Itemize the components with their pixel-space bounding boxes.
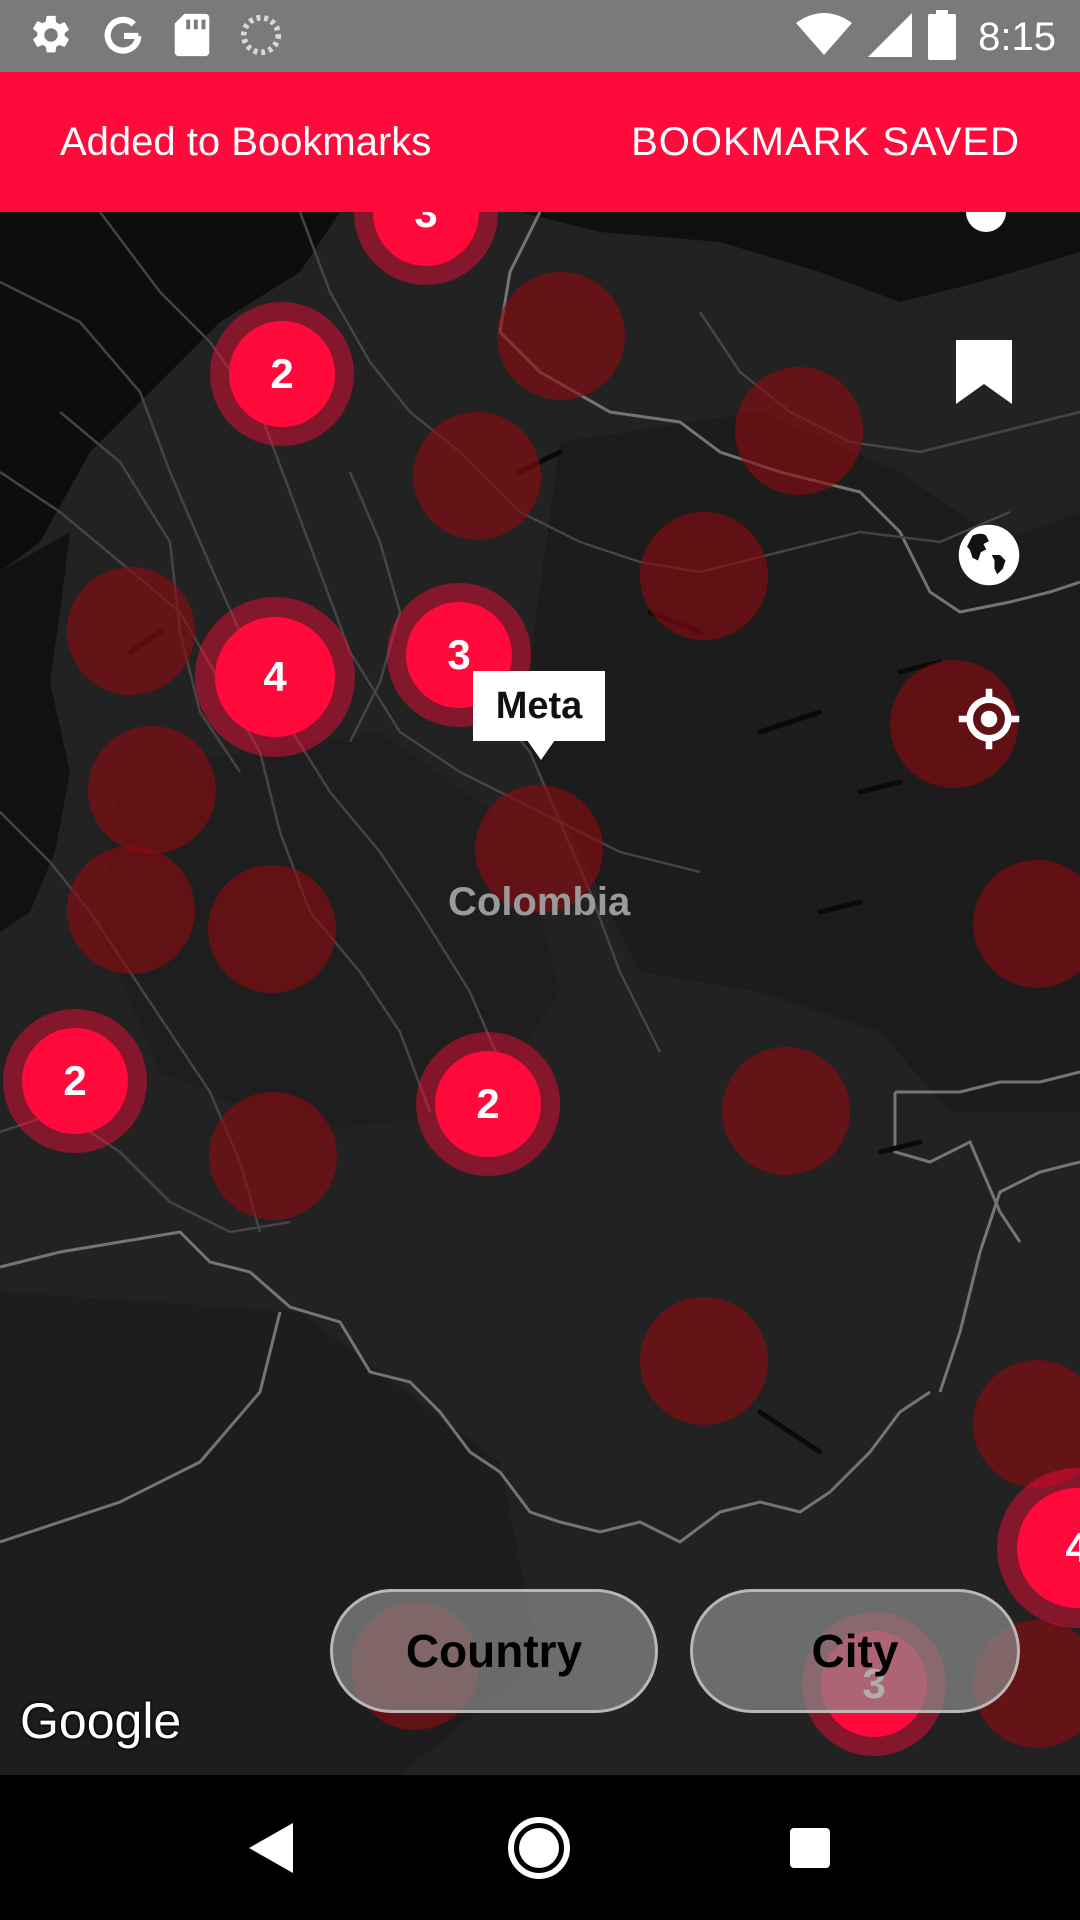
- settings-icon[interactable]: [956, 212, 1028, 254]
- cluster-marker[interactable]: 2: [416, 1032, 560, 1176]
- cluster-count: 2: [229, 321, 335, 427]
- map-marker[interactable]: [413, 412, 541, 540]
- cluster-marker[interactable]: 2: [3, 1009, 147, 1153]
- status-bar-right: 8:15: [796, 10, 1056, 65]
- country-toggle-button[interactable]: Country: [330, 1589, 658, 1713]
- recents-icon[interactable]: [775, 1813, 845, 1883]
- map-view[interactable]: 3 2 4 3 2 2 3 4 Colombia Meta Country Ci…: [0, 212, 1080, 1775]
- google-icon: [100, 12, 146, 63]
- map-base-layer: [0, 212, 1080, 1775]
- marker-info-window[interactable]: Meta: [473, 671, 605, 741]
- my-location-icon[interactable]: [956, 686, 1028, 758]
- settings-icon: [28, 12, 74, 63]
- status-bar: 8:15: [0, 0, 1080, 72]
- signal-icon: [868, 12, 913, 63]
- wifi-icon: [796, 12, 853, 63]
- cluster-marker[interactable]: 4: [195, 597, 355, 757]
- globe-icon[interactable]: [956, 522, 1028, 594]
- snackbar-message: Added to Bookmarks: [60, 120, 432, 164]
- map-marker[interactable]: [208, 865, 336, 993]
- battery-icon: [928, 10, 957, 65]
- cluster-count: 2: [22, 1028, 128, 1134]
- snackbar: Added to Bookmarks BOOKMARK SAVED: [0, 72, 1080, 212]
- status-bar-left: [28, 12, 284, 63]
- cluster-marker[interactable]: 2: [210, 302, 354, 446]
- country-map-label: Colombia: [448, 880, 631, 924]
- map-marker[interactable]: [640, 1297, 768, 1425]
- map-marker[interactable]: [67, 846, 195, 974]
- cluster-count: 2: [435, 1051, 541, 1157]
- info-window-tail: [527, 740, 555, 760]
- map-marker[interactable]: [497, 272, 625, 400]
- google-attribution: Google: [20, 1693, 182, 1749]
- sync-icon: [238, 12, 284, 63]
- home-icon[interactable]: [504, 1813, 574, 1883]
- city-toggle-button[interactable]: City: [690, 1589, 1020, 1713]
- map-marker[interactable]: [735, 367, 863, 495]
- navigation-bar: [0, 1775, 1080, 1920]
- clock: 8:15: [978, 15, 1056, 59]
- map-marker[interactable]: [67, 567, 195, 695]
- cluster-count: 3: [373, 212, 479, 266]
- map-marker[interactable]: [640, 512, 768, 640]
- sd-card-icon: [172, 12, 212, 63]
- map-marker[interactable]: [209, 1092, 337, 1220]
- map-marker[interactable]: [722, 1047, 850, 1175]
- cluster-count: 4: [1017, 1488, 1080, 1608]
- snackbar-action-button[interactable]: BOOKMARK SAVED: [631, 120, 1020, 165]
- back-icon[interactable]: [236, 1813, 306, 1883]
- cluster-count: 4: [215, 617, 335, 737]
- bookmark-icon[interactable]: [956, 340, 1028, 412]
- map-marker[interactable]: [88, 726, 216, 854]
